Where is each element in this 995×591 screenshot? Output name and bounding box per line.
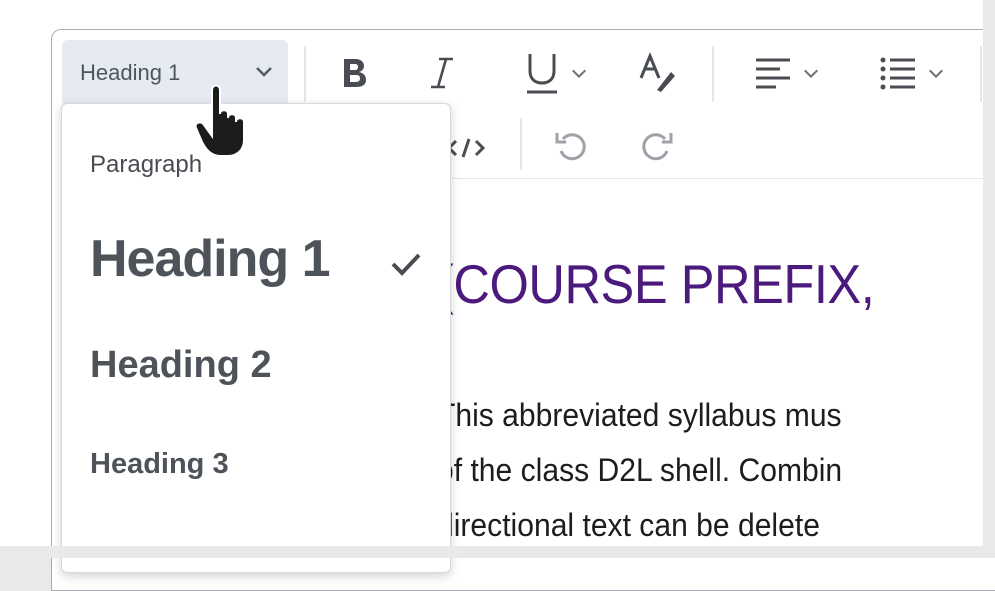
- bold-button[interactable]: [328, 50, 380, 96]
- toolbar-divider: [304, 46, 306, 102]
- bold-icon: [344, 59, 366, 87]
- paragraph-line: directional text can be delete: [437, 507, 820, 543]
- undo-icon: [555, 133, 586, 161]
- align-button[interactable]: [742, 50, 832, 96]
- toolbar-divider: [520, 118, 522, 170]
- window-edge: [983, 0, 995, 558]
- text-color-button[interactable]: [630, 48, 686, 98]
- underline-icon: [527, 54, 557, 94]
- paragraph-line: of the class D2L shell. Combin: [437, 452, 843, 488]
- toolbar-divider: [980, 46, 982, 102]
- text-color-icon: [639, 52, 675, 92]
- chevron-down-icon: [928, 69, 944, 79]
- chevron-down-icon: [256, 67, 272, 77]
- italic-icon: [431, 57, 453, 89]
- format-dropdown-menu: Paragraph Heading 1 Heading 2 Heading 3: [61, 103, 451, 573]
- align-icon: [756, 58, 790, 89]
- window-edge: [0, 546, 995, 558]
- document-heading[interactable]: (COURSE PREFIX,: [437, 252, 875, 316]
- check-icon: [391, 253, 421, 276]
- hand-pointer-cursor-icon: [194, 84, 245, 157]
- format-select[interactable]: Heading 1: [62, 40, 288, 106]
- document-paragraph[interactable]: This abbreviated syllabus mus of the cla…: [437, 388, 963, 553]
- menu-item-heading-3[interactable]: Heading 3: [90, 448, 229, 481]
- redo-icon: [642, 133, 673, 161]
- toolbar-bottom-border: [452, 178, 995, 179]
- redo-button[interactable]: [635, 124, 679, 168]
- menu-item-heading-2[interactable]: Heading 2: [90, 344, 272, 387]
- list-icon: [880, 57, 915, 90]
- underline-button[interactable]: [510, 48, 600, 98]
- menu-item-heading-1[interactable]: Heading 1: [90, 229, 330, 289]
- chevron-down-icon: [803, 69, 819, 79]
- chevron-down-icon: [571, 69, 587, 79]
- italic-button[interactable]: [416, 50, 468, 96]
- source-code-icon: [446, 138, 486, 158]
- toolbar-divider: [712, 46, 714, 102]
- paragraph-line: This abbreviated syllabus mus: [437, 397, 842, 433]
- menu-item-paragraph[interactable]: Paragraph: [90, 151, 202, 179]
- list-button[interactable]: [867, 50, 957, 96]
- undo-button[interactable]: [549, 124, 593, 168]
- format-select-value: Heading 1: [80, 60, 181, 85]
